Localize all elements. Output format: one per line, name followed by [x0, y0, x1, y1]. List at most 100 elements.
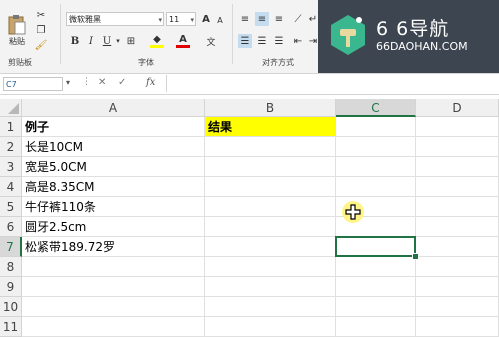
cell-d6[interactable] [416, 217, 499, 237]
chevron-down-icon: ▾ [158, 16, 162, 24]
cell-d11[interactable] [416, 317, 499, 337]
align-middle-icon[interactable]: ≡ [255, 12, 269, 26]
row-header-4[interactable]: 4 [0, 177, 22, 197]
cell-a4[interactable]: 高是8.35CM [22, 177, 205, 197]
grow-font-icon[interactable]: A [199, 12, 213, 26]
paste-button[interactable]: 粘贴 [4, 6, 30, 54]
select-all-corner[interactable] [0, 99, 22, 117]
insert-function-icon[interactable]: fx [146, 77, 155, 88]
cell-b1[interactable]: 结果 [205, 117, 336, 137]
chevron-down-icon[interactable]: ▾ [111, 34, 125, 48]
bold-button[interactable]: B [68, 34, 82, 48]
row-header-1[interactable]: 1 [0, 117, 22, 137]
cell-d4[interactable] [416, 177, 499, 197]
column-header-c[interactable]: C [336, 99, 416, 117]
copy-icon[interactable]: ❐ [34, 23, 48, 37]
cell-d7[interactable] [416, 237, 499, 257]
font-size-combo[interactable]: 11 ▾ [166, 12, 196, 26]
decrease-indent-icon[interactable]: ⇤ [291, 34, 305, 48]
ribbon: 粘贴 ✂ ❐ 🖌 剪贴板 微软雅黑 ▾ 11 ▾ A A B I U ▾ ⊞ ◆… [0, 0, 499, 74]
cell-c9[interactable] [336, 277, 416, 297]
cell-a5[interactable]: 牛仔裤110条 [22, 197, 205, 217]
divider [232, 4, 233, 64]
cell-b11[interactable] [205, 317, 336, 337]
font-color-icon[interactable]: A [176, 34, 190, 48]
cancel-icon[interactable]: ✕ [98, 77, 106, 88]
cell-d2[interactable] [416, 137, 499, 157]
cell-a8[interactable] [22, 257, 205, 277]
cell-a10[interactable] [22, 297, 205, 317]
divider [60, 4, 61, 64]
more-icon: ⋮ [82, 77, 91, 87]
row-header-9[interactable]: 9 [0, 277, 22, 297]
paste-label: 粘贴 [9, 36, 25, 46]
cell-c3[interactable] [336, 157, 416, 177]
font-name-combo[interactable]: 微软雅黑 ▾ [66, 12, 164, 26]
cell-d10[interactable] [416, 297, 499, 317]
cell-b10[interactable] [205, 297, 336, 317]
cell-c1[interactable] [336, 117, 416, 137]
cell-b3[interactable] [205, 157, 336, 177]
chevron-down-icon[interactable]: ▾ [66, 78, 70, 87]
align-top-icon[interactable]: ≡ [238, 12, 252, 26]
shrink-font-icon[interactable]: A [213, 13, 227, 27]
align-center-icon[interactable]: ☰ [255, 34, 269, 48]
font-name-value: 微软雅黑 [69, 15, 101, 24]
align-right-icon[interactable]: ☰ [272, 34, 286, 48]
cell-c4[interactable] [336, 177, 416, 197]
row-header-2[interactable]: 2 [0, 137, 22, 157]
column-header-b[interactable]: B [205, 99, 336, 117]
cell-b9[interactable] [205, 277, 336, 297]
row-header-5[interactable]: 5 [0, 197, 22, 217]
column-header-a[interactable]: A [22, 99, 205, 117]
cell-b4[interactable] [205, 177, 336, 197]
cell-c10[interactable] [336, 297, 416, 317]
row-header-11[interactable]: 11 [0, 317, 22, 337]
borders-icon[interactable]: ⊞ [124, 34, 138, 48]
cell-c2[interactable] [336, 137, 416, 157]
phonetic-icon[interactable]: 文 [204, 34, 218, 48]
cell-a9[interactable] [22, 277, 205, 297]
cell-c8[interactable] [336, 257, 416, 277]
row-header-3[interactable]: 3 [0, 157, 22, 177]
cell-a6[interactable]: 圆牙2.5cm [22, 217, 205, 237]
cell-a1[interactable]: 例子 [22, 117, 205, 137]
cell-a11[interactable] [22, 317, 205, 337]
cell-d5[interactable] [416, 197, 499, 217]
enter-icon[interactable]: ✓ [118, 77, 126, 88]
cell-a2[interactable]: 长是10CM [22, 137, 205, 157]
cell-b8[interactable] [205, 257, 336, 277]
row-header-6[interactable]: 6 [0, 217, 22, 237]
column-header-d[interactable]: D [416, 99, 499, 117]
fill-color-icon[interactable]: ◆ [150, 34, 164, 48]
cell-b5[interactable] [205, 197, 336, 217]
alignment-group-label: 对齐方式 [262, 58, 294, 67]
format-painter-icon[interactable]: 🖌 [34, 38, 48, 52]
italic-button[interactable]: I [84, 34, 98, 48]
fill-handle[interactable] [412, 253, 419, 260]
cell-b6[interactable] [205, 217, 336, 237]
name-box[interactable]: C7 [3, 77, 63, 91]
chevron-down-icon: ▾ [190, 16, 194, 24]
watermark: 6 6导航 66DAOHAN.COM [318, 0, 499, 73]
row-header-10[interactable]: 10 [0, 297, 22, 317]
orientation-icon[interactable]: ⟋ [291, 12, 305, 26]
clipboard-icon [8, 14, 26, 34]
cut-icon[interactable]: ✂ [34, 8, 48, 22]
cell-c11[interactable] [336, 317, 416, 337]
cell-b2[interactable] [205, 137, 336, 157]
cell-d1[interactable] [416, 117, 499, 137]
cell-d8[interactable] [416, 257, 499, 277]
row-header-8[interactable]: 8 [0, 257, 22, 277]
cell-a3[interactable]: 宽是5.0CM [22, 157, 205, 177]
cell-a7[interactable]: 松紧带189.72罗 [22, 237, 205, 257]
cell-b7[interactable] [205, 237, 336, 257]
row-header-7[interactable]: 7 [0, 237, 22, 257]
cell-d9[interactable] [416, 277, 499, 297]
formula-input[interactable] [166, 75, 496, 92]
clipboard-group-label: 剪贴板 [8, 58, 32, 67]
cell-d3[interactable] [416, 157, 499, 177]
align-bottom-icon[interactable]: ≡ [272, 12, 286, 26]
align-left-icon[interactable]: ☰ [238, 34, 252, 48]
formula-bar: C7 ▾ ⋮ ✕ ✓ fx [0, 74, 499, 95]
